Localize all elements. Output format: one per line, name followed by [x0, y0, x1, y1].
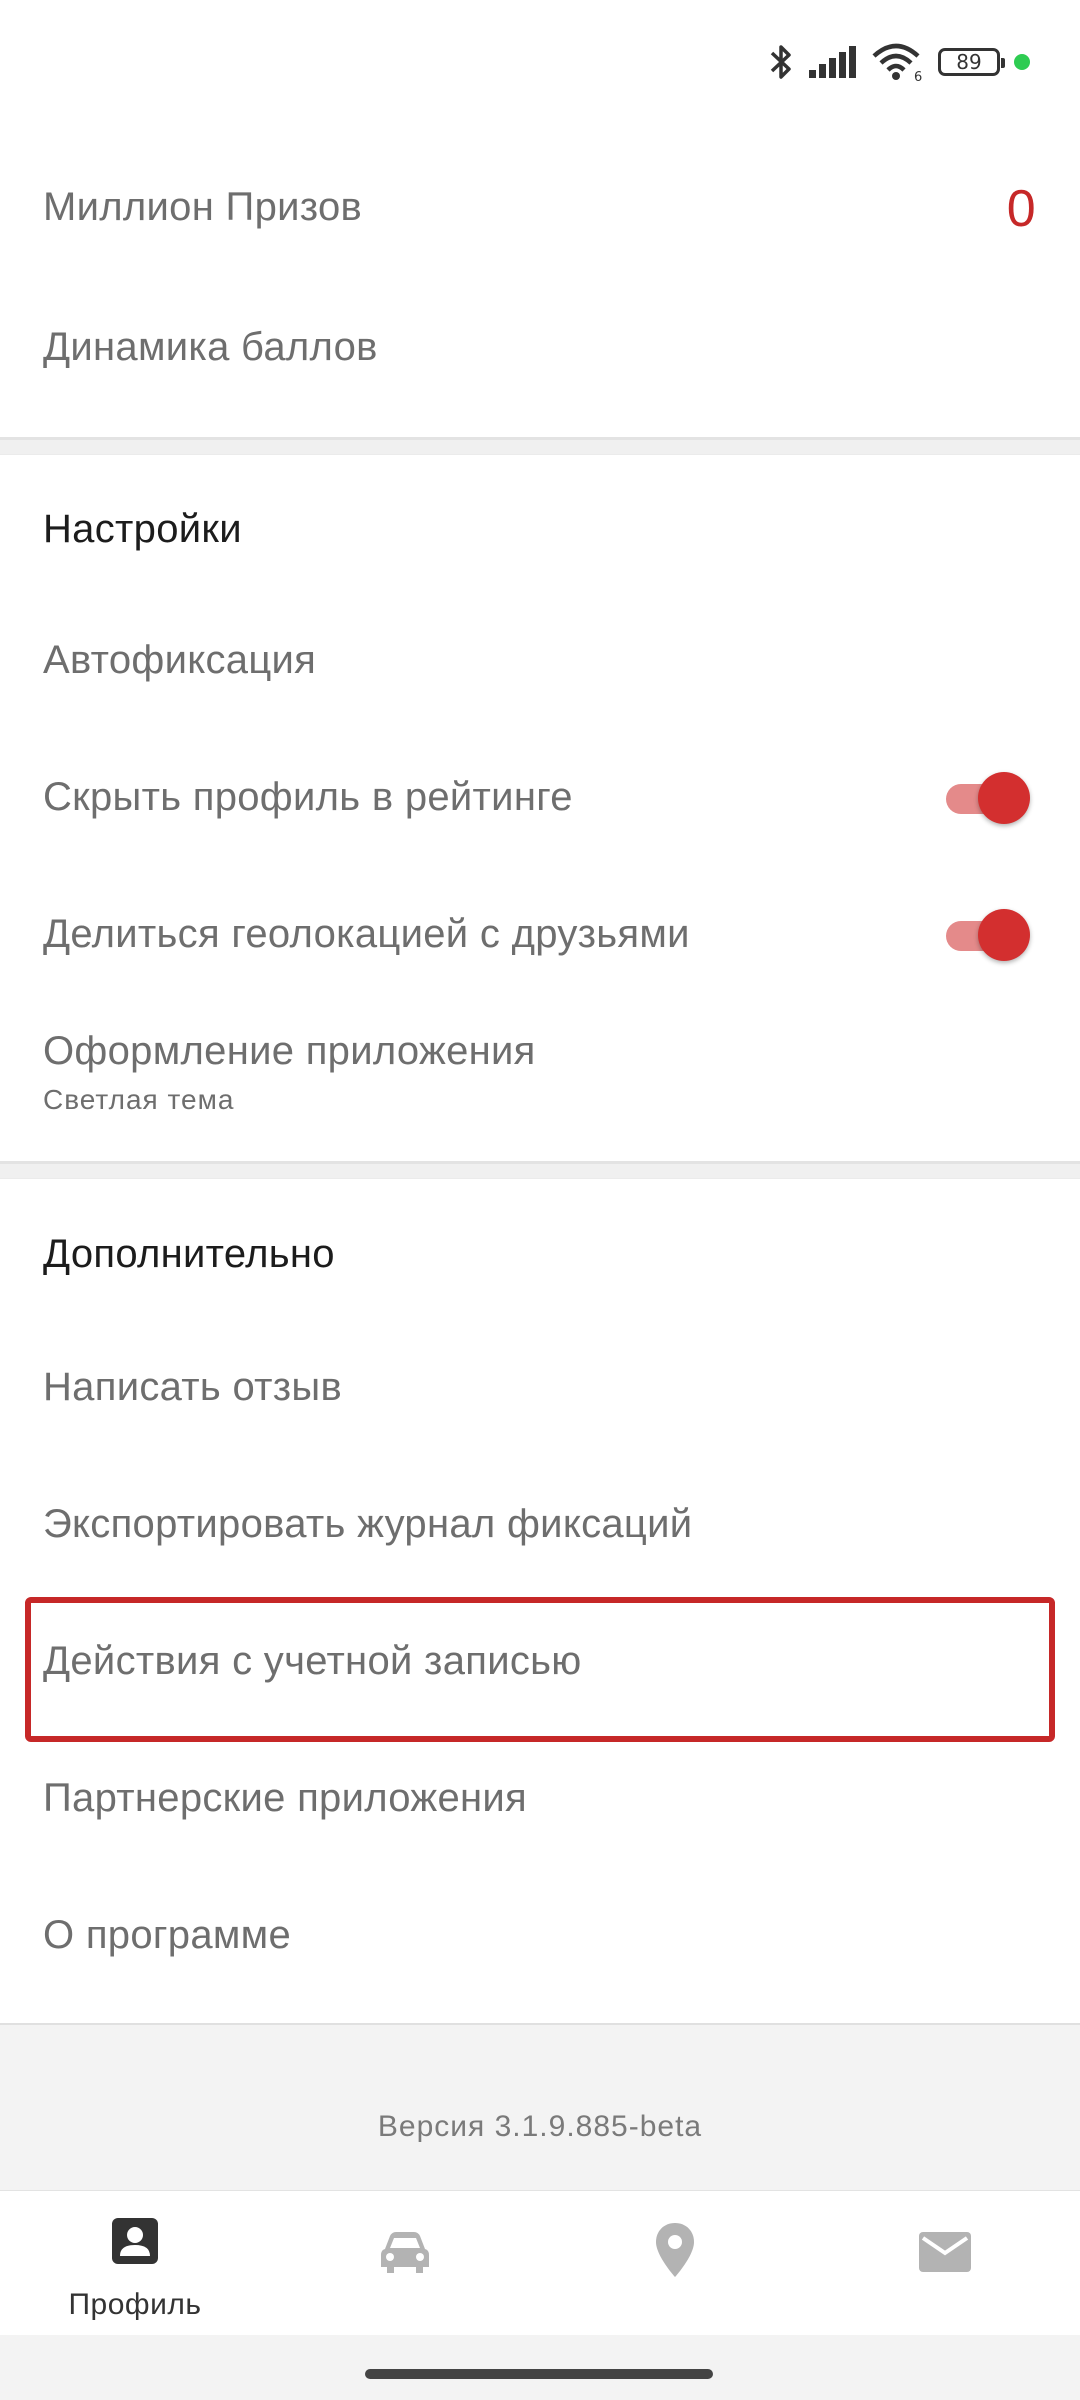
mail-icon	[919, 2232, 971, 2272]
autofix-row[interactable]: Автофиксация	[0, 638, 1080, 698]
profile-icon	[112, 2218, 158, 2264]
section-divider	[0, 1161, 1080, 1179]
additional-title: Дополнительно	[43, 1232, 335, 1276]
write-review-row[interactable]: Написать отзыв	[0, 1365, 1080, 1425]
additional-section-title: Дополнительно	[0, 1232, 1080, 1292]
about-row[interactable]: О программе	[0, 1913, 1080, 1973]
write-review-label: Написать отзыв	[43, 1365, 343, 1409]
battery-icon: 89	[938, 48, 1005, 76]
account-actions-label: Действия с учетной записью	[43, 1639, 582, 1683]
export-log-label: Экспортировать журнал фиксаций	[43, 1502, 693, 1546]
share-geo-row[interactable]: Делиться геолокацией с друзьями	[0, 909, 1080, 972]
version-text: Версия 3.1.9.885-beta	[377, 2110, 703, 2143]
hide-profile-row[interactable]: Скрыть профиль в рейтинге	[0, 772, 1080, 835]
nav-tab-messages[interactable]	[810, 2191, 1080, 2336]
partner-apps-row[interactable]: Партнерские приложения	[0, 1776, 1080, 1836]
points-dynamics-label: Динамика баллов	[43, 325, 378, 369]
signal-icon	[809, 46, 856, 78]
footer: Версия 3.1.9.885-beta	[0, 2023, 1080, 2190]
points-dynamics-row[interactable]: Динамика баллов	[0, 325, 1080, 385]
location-pin-icon	[656, 2223, 694, 2277]
nav-label-profile: Профиль	[68, 2288, 202, 2321]
about-label: О программе	[43, 1913, 292, 1957]
home-indicator[interactable]	[365, 2369, 713, 2379]
nav-tab-car[interactable]	[270, 2191, 540, 2336]
status-dot	[1014, 54, 1030, 70]
settings-title: Настройки	[43, 507, 242, 551]
toggle-knob	[978, 772, 1030, 824]
million-prizes-row[interactable]: Миллион Призов 0	[0, 180, 1080, 245]
car-icon	[381, 2232, 429, 2273]
share-geo-toggle[interactable]	[946, 909, 1030, 961]
million-prizes-label: Миллион Призов	[43, 185, 363, 229]
settings-section-title: Настройки	[0, 507, 1080, 567]
hide-profile-toggle[interactable]	[946, 772, 1030, 824]
autofix-label: Автофиксация	[43, 638, 317, 682]
nav-tab-profile[interactable]: Профиль	[0, 2191, 270, 2336]
nav-tab-map[interactable]	[540, 2191, 810, 2336]
app-theme-row[interactable]: Оформление приложения Светлая тема	[0, 1029, 1080, 1129]
app-theme-label: Оформление приложения	[43, 1029, 536, 1073]
bluetooth-icon	[770, 45, 791, 79]
section-divider	[0, 437, 1080, 455]
million-prizes-count: 0	[1006, 180, 1036, 238]
status-bar: 6 89	[0, 0, 1080, 130]
wifi-icon: 6	[872, 43, 922, 82]
battery-level: 89	[956, 50, 982, 74]
app-theme-value: Светлая тема	[43, 1084, 235, 1115]
partner-apps-label: Партнерские приложения	[43, 1776, 528, 1820]
toggle-knob	[978, 909, 1030, 961]
hide-profile-label: Скрыть профиль в рейтинге	[43, 775, 573, 819]
svg-text:6: 6	[914, 70, 922, 82]
bottom-nav: Профиль	[0, 2190, 1080, 2336]
share-geo-label: Делиться геолокацией с друзьями	[43, 912, 690, 956]
export-log-row[interactable]: Экспортировать журнал фиксаций	[0, 1502, 1080, 1562]
gesture-area	[0, 2335, 1080, 2400]
account-actions-row[interactable]: Действия с учетной записью	[0, 1639, 1080, 1699]
status-icons: 6 89	[768, 42, 1030, 82]
